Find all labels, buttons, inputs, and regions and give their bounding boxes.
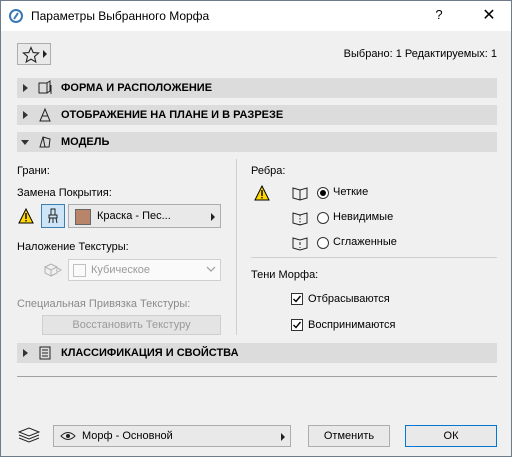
expand-arrow-icon [23,349,28,357]
chevron-right-icon [281,433,285,441]
special-texture-label: Специальная Привязка Текстуры: [17,298,191,310]
edges-hidden-radio[interactable] [317,212,329,224]
model-icon [39,136,51,148]
section-divider [251,257,497,258]
eye-icon [60,432,76,440]
panel-model[interactable]: МОДЕЛЬ [17,132,497,152]
plan-display-icon [39,107,51,122]
edges-option-label: Четкие [333,186,369,198]
expand-arrow-icon [23,111,28,119]
cancel-button[interactable]: Отменить [308,425,390,447]
restore-texture-button[interactable]: Восстановить Текстуру [42,315,221,335]
edges-sharp-radio[interactable] [317,187,329,199]
column-divider [236,159,237,335]
panel-label: КЛАССИФИКАЦИЯ И СВОЙСТВА [61,347,239,359]
edges-option-label: Невидимые [333,211,394,223]
window-title: Параметры Выбранного Морфа [31,9,210,23]
panel-classification-properties[interactable]: КЛАССИФИКАЦИЯ И СВОЙСТВА [17,343,497,363]
texture-mapping-value: Кубическое [91,264,150,276]
edges-option-label: Сглаженные [333,236,397,248]
checkmark-icon [293,295,302,303]
layers-icon [18,427,40,443]
panel-label: ОТОБРАЖЕНИЕ НА ПЛАНЕ И В РАЗРЕЗЕ [61,109,284,121]
texture-mapping-dropdown[interactable]: Кубическое [68,259,221,281]
receive-shadows-checkbox[interactable] [291,319,303,331]
faces-label: Грани: [17,165,50,177]
selection-info: Выбрано: 1 Редактируемых: 1 [343,48,497,60]
panel-shape-position[interactable]: ФОРМА И РАСПОЛОЖЕНИЕ [17,78,497,98]
ok-button[interactable]: ОК [405,425,497,447]
surface-value: Краска - Пес... [97,210,171,222]
layer-value: Морф - Основной [82,430,173,442]
properties-icon [39,346,51,360]
warning-icon [254,185,270,201]
checkmark-icon [293,321,302,329]
edges-smooth-radio[interactable] [317,237,329,249]
title-bar: Параметры Выбранного Морфа ? ✕ [1,1,511,31]
receive-shadows-label: Воспринимаются [308,319,396,331]
texture-mapping-icon [43,263,62,277]
surface-dropdown[interactable]: Краска - Пес... [68,204,221,228]
collapse-arrow-icon [21,140,29,145]
cube-icon [73,264,86,277]
shadows-label: Тени Морфа: [251,269,319,281]
shape-position-icon [38,80,52,94]
panel-plan-section-display[interactable]: ОТОБРАЖЕНИЕ НА ПЛАНЕ И В РАЗРЕЗЕ [17,105,497,125]
paint-brush-icon [48,208,58,224]
cast-shadows-checkbox[interactable] [291,293,303,305]
warning-icon [18,208,34,224]
footer-divider [17,376,497,377]
expand-arrow-icon [23,84,28,92]
smooth-edges-icon [292,237,308,251]
help-button[interactable]: ? [429,7,449,25]
dialog-window: Параметры Выбранного Морфа ? ✕ Выбрано: … [0,0,512,457]
sharp-edges-icon [292,187,308,201]
hidden-edges-icon [292,212,308,226]
archicad-app-icon [9,9,23,23]
panel-label: ФОРМА И РАСПОЛОЖЕНИЕ [61,82,213,94]
chevron-right-icon [43,50,47,58]
panel-label: МОДЕЛЬ [61,136,110,148]
favorites-button[interactable] [17,43,51,65]
chevron-down-icon [206,266,216,272]
chevron-right-icon [211,213,215,221]
edges-label: Ребра: [251,165,286,177]
surface-color-swatch [75,209,91,225]
layer-dropdown[interactable]: Морф - Основной [53,425,291,447]
override-surface-label: Замена Покрытия: [17,187,112,199]
star-icon [22,46,40,64]
close-button[interactable]: ✕ [479,5,499,25]
texture-mapping-label: Наложение Текстуры: [17,241,129,253]
override-toggle-button[interactable] [41,204,65,228]
cast-shadows-label: Отбрасываются [308,293,390,305]
